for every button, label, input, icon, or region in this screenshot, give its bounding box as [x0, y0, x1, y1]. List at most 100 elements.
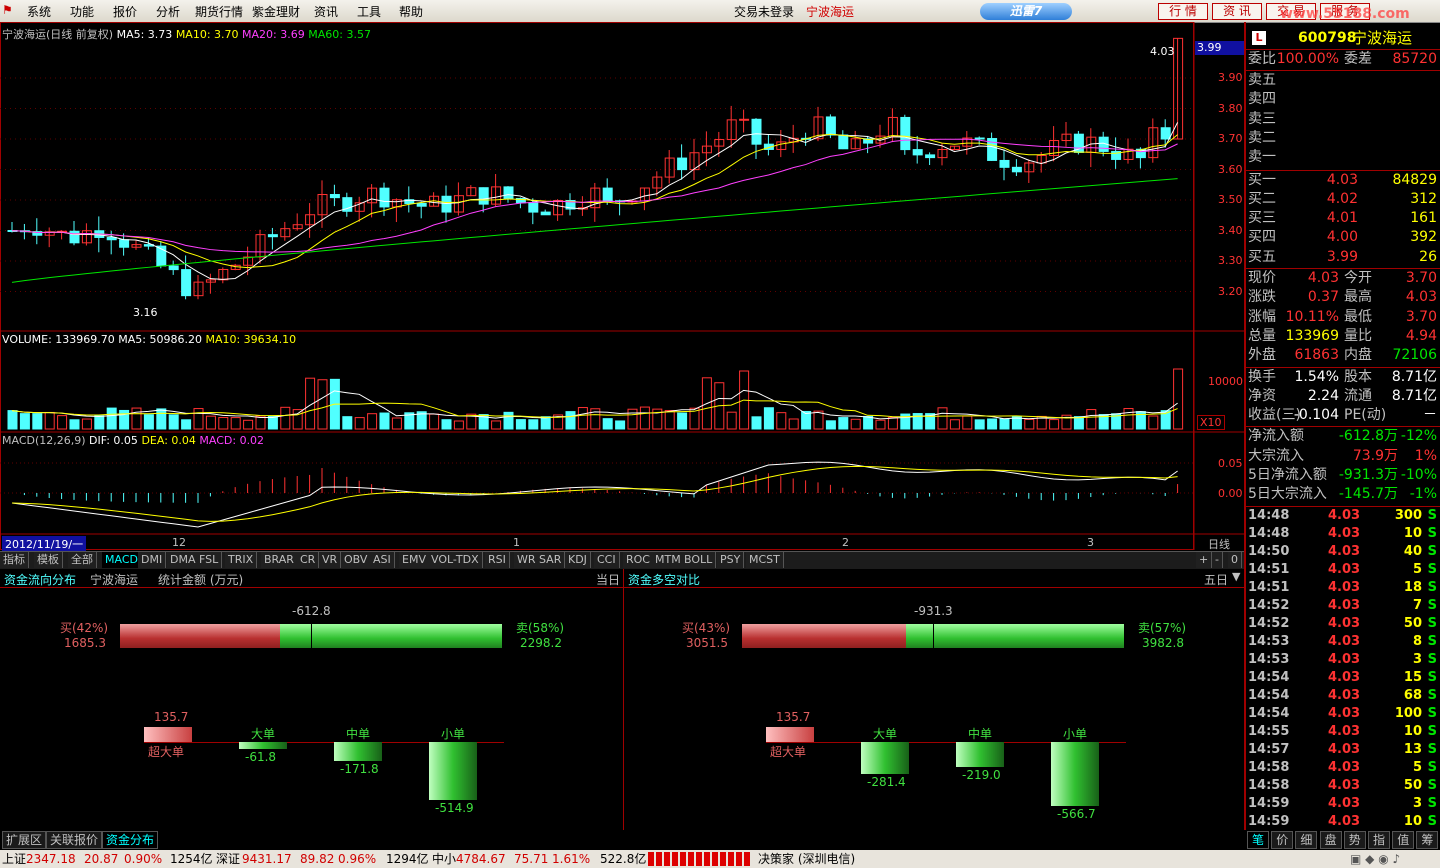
indicator-tab-roc[interactable]: ROC [623, 552, 654, 568]
flow-left-stock: 宁波海运 [90, 573, 139, 587]
volume-bar [515, 419, 526, 430]
ticker-sh-name[interactable]: 上证 [2, 850, 26, 868]
candle-body [416, 202, 427, 207]
indicator-tab-fsl[interactable]: FSL [196, 552, 223, 568]
volume-bar [726, 411, 737, 430]
tick-price: 4.03 [1328, 777, 1361, 793]
indicator-tab-dmi[interactable]: DMI [138, 552, 167, 568]
kline-chart[interactable] [0, 22, 1244, 551]
indicator-tab-mtm[interactable]: MTM [652, 552, 685, 568]
menu-quote[interactable]: 报价 [113, 3, 137, 20]
indicator-tab-rsi[interactable]: RSI [485, 552, 510, 568]
quote-flag: L [1252, 31, 1266, 45]
menu-futures[interactable]: 期货行情 [195, 3, 243, 20]
ask-row[interactable]: 卖一 [1246, 148, 1440, 167]
quote-tab-7[interactable]: 筹 [1416, 831, 1439, 849]
candle-body [739, 118, 750, 121]
period-label[interactable]: 日线 [1208, 536, 1230, 552]
bid-row[interactable]: 买四 4.00 392 [1246, 228, 1440, 247]
flow-left-title[interactable]: 资金流向分布 [4, 571, 76, 588]
ask-row[interactable]: 卖二 [1246, 129, 1440, 148]
tick-volume: 40 [1403, 543, 1422, 559]
quote-tab-1[interactable]: 价 [1271, 831, 1294, 849]
indicator-tab-全部[interactable]: 全部 [68, 552, 97, 568]
indicator-tab-cr[interactable]: CR [297, 552, 320, 568]
indicator-tab-emv[interactable]: EMV [399, 552, 430, 568]
quote-tab-3[interactable]: 盘 [1319, 831, 1342, 849]
xunlei-button[interactable]: 迅雷7 [980, 3, 1072, 20]
menu-analysis[interactable]: 分析 [156, 3, 180, 20]
tab-related-quote[interactable]: 关联报价 [46, 831, 103, 849]
top-news-button[interactable]: 资 讯 [1212, 3, 1262, 20]
quote-tab-2[interactable]: 细 [1295, 831, 1318, 849]
indicator-tab-指标[interactable]: 指标 [0, 552, 29, 568]
ask-row[interactable]: 卖四 [1246, 90, 1440, 109]
flow-left-period[interactable]: 当日 [596, 571, 620, 588]
ask-row[interactable]: 卖五 [1246, 71, 1440, 90]
bid-row[interactable]: 买一 4.03 84829 [1246, 171, 1440, 190]
period-dropdown-icon[interactable]: ▼ [1232, 570, 1240, 583]
menu-function[interactable]: 功能 [70, 3, 94, 20]
indicator-tab-cci[interactable]: CCI [594, 552, 620, 568]
indicator-tab-asi[interactable]: ASI [370, 552, 395, 568]
month-tick-12: 12 [172, 536, 186, 549]
tab-extension[interactable]: 扩展区 [2, 831, 47, 849]
ask-label: 卖二 [1248, 129, 1276, 146]
quote-tab-0[interactable]: 笔 [1247, 831, 1270, 849]
quote-tab-5[interactable]: 指 [1368, 831, 1391, 849]
stat-row: 现价 4.03 今开 3.70 [1246, 269, 1440, 288]
indicator-tab-brar[interactable]: BRAR [261, 552, 298, 568]
stat2-label-2: 股本 [1344, 368, 1372, 385]
indicator-tab-模板[interactable]: 模板 [34, 552, 63, 568]
tab-capital-distribution[interactable]: 资金分布 [102, 831, 159, 849]
volume-bar [94, 415, 105, 430]
login-status[interactable]: 交易未登录 [734, 3, 794, 20]
flow-left-order-bar-0 [144, 726, 192, 742]
indicator-control-0[interactable]: + [1196, 552, 1213, 568]
indicator-tab-boll[interactable]: BOLL [681, 552, 717, 568]
top-quote-button[interactable]: 行 情 [1158, 3, 1208, 20]
ask-row[interactable]: 卖三 [1246, 110, 1440, 129]
menu-finance[interactable]: 紫金理财 [252, 3, 300, 20]
tick-row: 14:53 4.03 3 S [1246, 651, 1440, 669]
volume-bar [441, 419, 452, 430]
menu-system[interactable]: 系统 [27, 3, 51, 20]
indicator-tab-psy[interactable]: PSY [717, 552, 745, 568]
ma-lines [11, 122, 1179, 283]
bid-row[interactable]: 买二 4.02 312 [1246, 190, 1440, 209]
volume-bar [243, 419, 254, 430]
menu-tools[interactable]: 工具 [357, 3, 381, 20]
flow-right-sell-value: 3982.8 [1142, 636, 1184, 650]
indicator-tab-vr[interactable]: VR [319, 552, 342, 568]
indicator-control-2[interactable]: 0 [1228, 552, 1242, 568]
indicator-tab-sar[interactable]: SAR [536, 552, 566, 568]
quote-tab-6[interactable]: 值 [1392, 831, 1415, 849]
menu-news[interactable]: 资讯 [314, 3, 338, 20]
menu-help[interactable]: 帮助 [399, 3, 423, 20]
flow-left-order-bar-1 [239, 742, 287, 749]
macd-label: MACD(12,26,9) [2, 434, 86, 447]
indicator-tab-dma[interactable]: DMA [167, 552, 200, 568]
flow-right-period[interactable]: 五日 [1204, 571, 1228, 588]
ticker-zx-name[interactable]: 中小 [432, 850, 456, 868]
bid-row[interactable]: 买五 3.99 26 [1246, 248, 1440, 267]
indicator-tab-obv[interactable]: OBV [341, 552, 372, 568]
bid-label: 买五 [1248, 248, 1276, 265]
quote-tab-4[interactable]: 势 [1343, 831, 1366, 849]
indicator-tab-mcst[interactable]: MCST [746, 552, 784, 568]
indicator-tab-trix[interactable]: TRIX [225, 552, 258, 568]
indicator-tab-vol-tdx[interactable]: VOL-TDX [428, 552, 483, 568]
volume-bar [1173, 368, 1184, 430]
volume-bar [1123, 408, 1134, 430]
bid-row[interactable]: 买三 4.01 161 [1246, 209, 1440, 228]
indicator-tab-macd[interactable]: MACD [102, 552, 142, 568]
flow-right-title[interactable]: 资金多空对比 [628, 571, 700, 588]
indicator-tab-kdj[interactable]: KDJ [565, 552, 591, 568]
ticker-sz-name[interactable]: 深证 [216, 850, 240, 868]
indicator-control-1[interactable]: - [1212, 552, 1223, 568]
stat2-value: -0.104 [1293, 407, 1339, 424]
volume-bar [379, 412, 390, 430]
flow-summary-pct: 1% [1414, 447, 1437, 464]
ticker-sh-index: 2347.18 [26, 852, 76, 866]
flow-right-order-name-0: 超大单 [770, 745, 807, 759]
